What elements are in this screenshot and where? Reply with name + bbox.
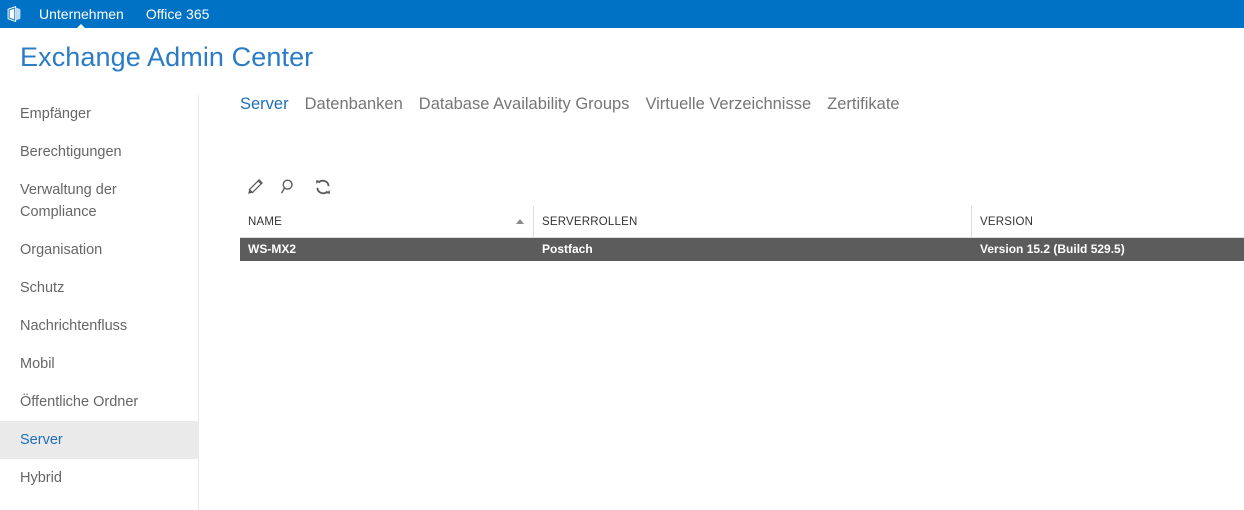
sidebar-item-berechtigungen[interactable]: Berechtigungen — [0, 133, 199, 171]
office-logo-icon[interactable] — [0, 0, 28, 28]
suite-bar: Unternehmen Office 365 — [0, 0, 1244, 29]
sidebar-item-verwaltung-der-compliance[interactable]: Verwaltung der Compliance — [0, 171, 160, 231]
tab-zertifikate[interactable]: Zertifikate — [827, 95, 899, 114]
sort-ascending-icon — [516, 219, 524, 224]
pencil-edit-icon[interactable] — [243, 175, 267, 199]
sidebar-item-schutz[interactable]: Schutz — [0, 269, 199, 307]
sidebar-item-hybrid[interactable]: Hybrid — [0, 459, 199, 497]
suite-link-unternehmen[interactable]: Unternehmen — [28, 0, 135, 29]
cell-version: Version 15.2 (Build 529.5) — [980, 242, 1125, 256]
sidebar-item-nachrichtenfluss[interactable]: Nachrichtenfluss — [0, 307, 199, 345]
suite-link-office-365[interactable]: Office 365 — [135, 0, 221, 28]
sidebar: Empfänger Berechtigungen Verwaltung der … — [0, 95, 199, 510]
sidebar-item-empfaenger[interactable]: Empfänger — [0, 95, 199, 133]
tab-server[interactable]: Server — [240, 95, 289, 114]
main-content: Server Datenbanken Database Availability… — [240, 95, 1244, 261]
sidebar-item-server[interactable]: Server — [0, 421, 199, 459]
column-header-name-label: NAME — [248, 216, 283, 228]
tab-virtuelle-verzeichnisse[interactable]: Virtuelle Verzeichnisse — [645, 95, 811, 114]
toolbar — [243, 175, 335, 199]
sidebar-item-mobil[interactable]: Mobil — [0, 345, 199, 383]
column-header-version[interactable]: VERSION — [972, 206, 1244, 237]
table-header-row: NAME SERVERROLLEN VERSION — [240, 206, 1244, 238]
refresh-icon[interactable] — [311, 175, 335, 199]
table-row[interactable]: WS-MX2 Postfach Version 15.2 (Build 529.… — [240, 238, 1244, 261]
search-magnifier-icon[interactable] — [277, 175, 301, 199]
column-header-name[interactable]: NAME — [240, 206, 534, 237]
tab-bar: Server Datenbanken Database Availability… — [240, 95, 1244, 129]
sidebar-item-oeffentliche-ordner[interactable]: Öffentliche Ordner — [0, 383, 199, 421]
page-title: Exchange Admin Center — [20, 42, 314, 72]
column-header-serverrollen[interactable]: SERVERROLLEN — [534, 206, 972, 237]
server-table: NAME SERVERROLLEN VERSION WS-MX2 Postfac… — [240, 206, 1244, 261]
cell-name: WS-MX2 — [248, 242, 296, 256]
cell-serverrollen: Postfach — [542, 242, 593, 256]
tab-datenbanken[interactable]: Datenbanken — [305, 95, 403, 114]
sidebar-item-organisation[interactable]: Organisation — [0, 231, 199, 269]
tab-database-availability-groups[interactable]: Database Availability Groups — [419, 95, 630, 114]
